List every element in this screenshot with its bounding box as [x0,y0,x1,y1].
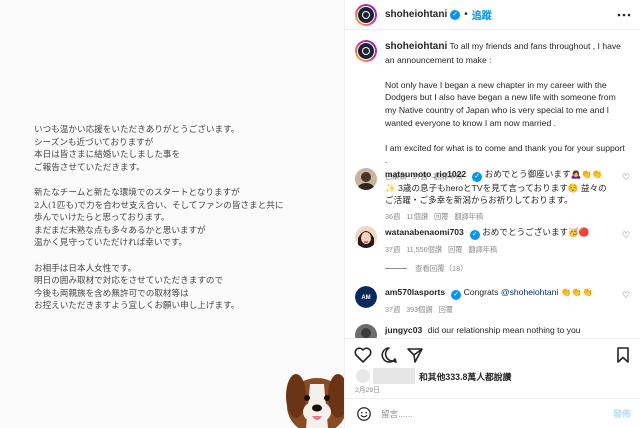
comment-icon[interactable] [379,345,399,365]
follow-button[interactable]: 追蹤 [472,7,492,22]
heart-icon[interactable]: ♡ [621,230,631,240]
view-replies-label: 查看回覆（18） [415,264,468,273]
comment-likes[interactable]: 393個讚 [406,304,432,316]
comment-username[interactable]: jungyc03 [385,325,422,335]
post-caption: shoheiohtani To all my friends and fans … [355,40,625,184]
post-image[interactable]: いつも温かい応援をいただきありがとうございます。 シーズンも近づいておりますが … [0,0,344,428]
avatar[interactable] [355,324,377,338]
letter-paragraph: お相手は日本人女性です。 明日の囲み取材で対応をさせていただきますので 今後も両… [34,263,240,312]
comment-likes[interactable]: 11,556個讚 [406,244,442,256]
comment-item: jungyc03 did our relationship mean nothi… [355,324,631,338]
comment-meta: 36週 11個讚 回覆 翻譯年稿 [385,211,607,223]
comment-likes[interactable]: 11個讚 [406,211,428,223]
avatar[interactable] [355,40,377,62]
verified-badge-icon: ✓ [469,230,480,240]
comment-time: 37週 [385,305,401,314]
avatar [373,368,415,384]
caption-text: Not only have I began a new chapter in m… [385,79,616,128]
bookmark-icon[interactable] [613,345,633,365]
reply-button[interactable]: 回覆 [439,304,453,316]
announcement-letter: いつも温かい応援をいただきありがとうございます。 シーズンも近づいておりますが … [34,124,334,326]
translate-link[interactable]: 翻譯年稿 [468,244,497,256]
view-replies-button[interactable]: 查看回覆（18） [385,263,468,274]
avatar[interactable] [355,226,377,248]
comments-list[interactable]: shoheiohtani To all my friends and fans … [345,30,640,338]
verified-badge-icon: ✓ [450,9,461,20]
comment-username[interactable]: matsumoto_rio1022 [385,169,466,179]
comment-item: AM am570lasports ✓ Congrats @shoheiohtani… [355,286,631,316]
heart-icon[interactable] [353,345,373,365]
add-comment-bar: 留言...... 發佈 [345,398,640,428]
heart-icon[interactable]: ♡ [621,290,631,300]
svg-text:AM: AM [361,295,370,301]
action-bar [345,338,640,368]
comment-text: Congrats [463,287,501,297]
avatar [355,368,371,384]
post-date: 2月29日 [355,387,380,394]
comment-username[interactable]: watanabenaomi703 [385,227,464,237]
dodgers-logo-icon [362,47,370,55]
heart-icon[interactable]: ♡ [621,172,631,182]
verified-badge-icon: ✓ [472,172,483,182]
avatar[interactable]: AM [355,286,377,308]
reply-button[interactable]: 回覆 [434,211,448,223]
comment-username[interactable]: am570lasports [385,287,445,297]
divider [385,268,407,269]
likes-summary[interactable]: 和其他333.8萬人都說讚 [355,368,511,384]
comment-item: matsumoto_rio1022 ✓ おめでとう御座います🙇‍♀️👏👏✨ 3歳の… [355,168,631,223]
dog-photo [286,374,344,428]
comment-input[interactable]: 留言...... [381,408,613,420]
comment-item: watanabenaomi703 ✓ おめでとうございます🥳🔴 37週 11,55… [355,226,631,256]
translate-link[interactable]: 翻譯年稿 [454,211,483,223]
post-comment-button[interactable]: 發佈 [613,407,631,420]
more-options-icon[interactable] [617,10,631,20]
likes-count: 和其他333.8萬人都說讚 [419,371,512,382]
mention-link[interactable]: @shoheiohtani [501,287,558,297]
profile-username[interactable]: shoheiohtani [385,9,447,20]
post-header: shoheiohtani ✓ • 追蹤 [345,0,640,30]
comment-meta: 37週 11,556個讚 回覆 翻譯年稿 [385,244,607,256]
dodgers-logo-icon [362,10,370,19]
comment-time: 36週 [385,211,401,221]
letter-paragraph: いつも温かい応援をいただきありがとうございます。 シーズンも近づいておりますが … [34,125,240,173]
comment-time: 37週 [385,245,401,254]
avatar[interactable] [355,3,377,26]
share-icon[interactable] [405,345,425,365]
reply-button[interactable]: 回覆 [448,244,462,256]
letter-paragraph: 新たなチームと新たな環境でのスタートとなりますが 2人(1匹も)で力を合わせ支え… [34,187,284,249]
post-panel: shoheiohtani ✓ • 追蹤 shoheiohtani To all … [344,0,640,428]
caption-username[interactable]: shoheiohtani [385,41,447,52]
verified-badge-icon: ✓ [451,290,462,300]
avatar[interactable] [355,168,377,190]
comment-meta: 37週 393個讚 回覆 [385,304,607,316]
emoji-icon[interactable] [355,406,373,422]
comment-text: did our relationship mean nothing to you [427,325,581,335]
comment-text: おめでとうございます🥳🔴 [482,227,590,237]
comment-text: 👏👏👏 [558,287,593,297]
separator: • [464,9,468,20]
caption-text: I am excited for what is to come and tha… [385,142,625,166]
